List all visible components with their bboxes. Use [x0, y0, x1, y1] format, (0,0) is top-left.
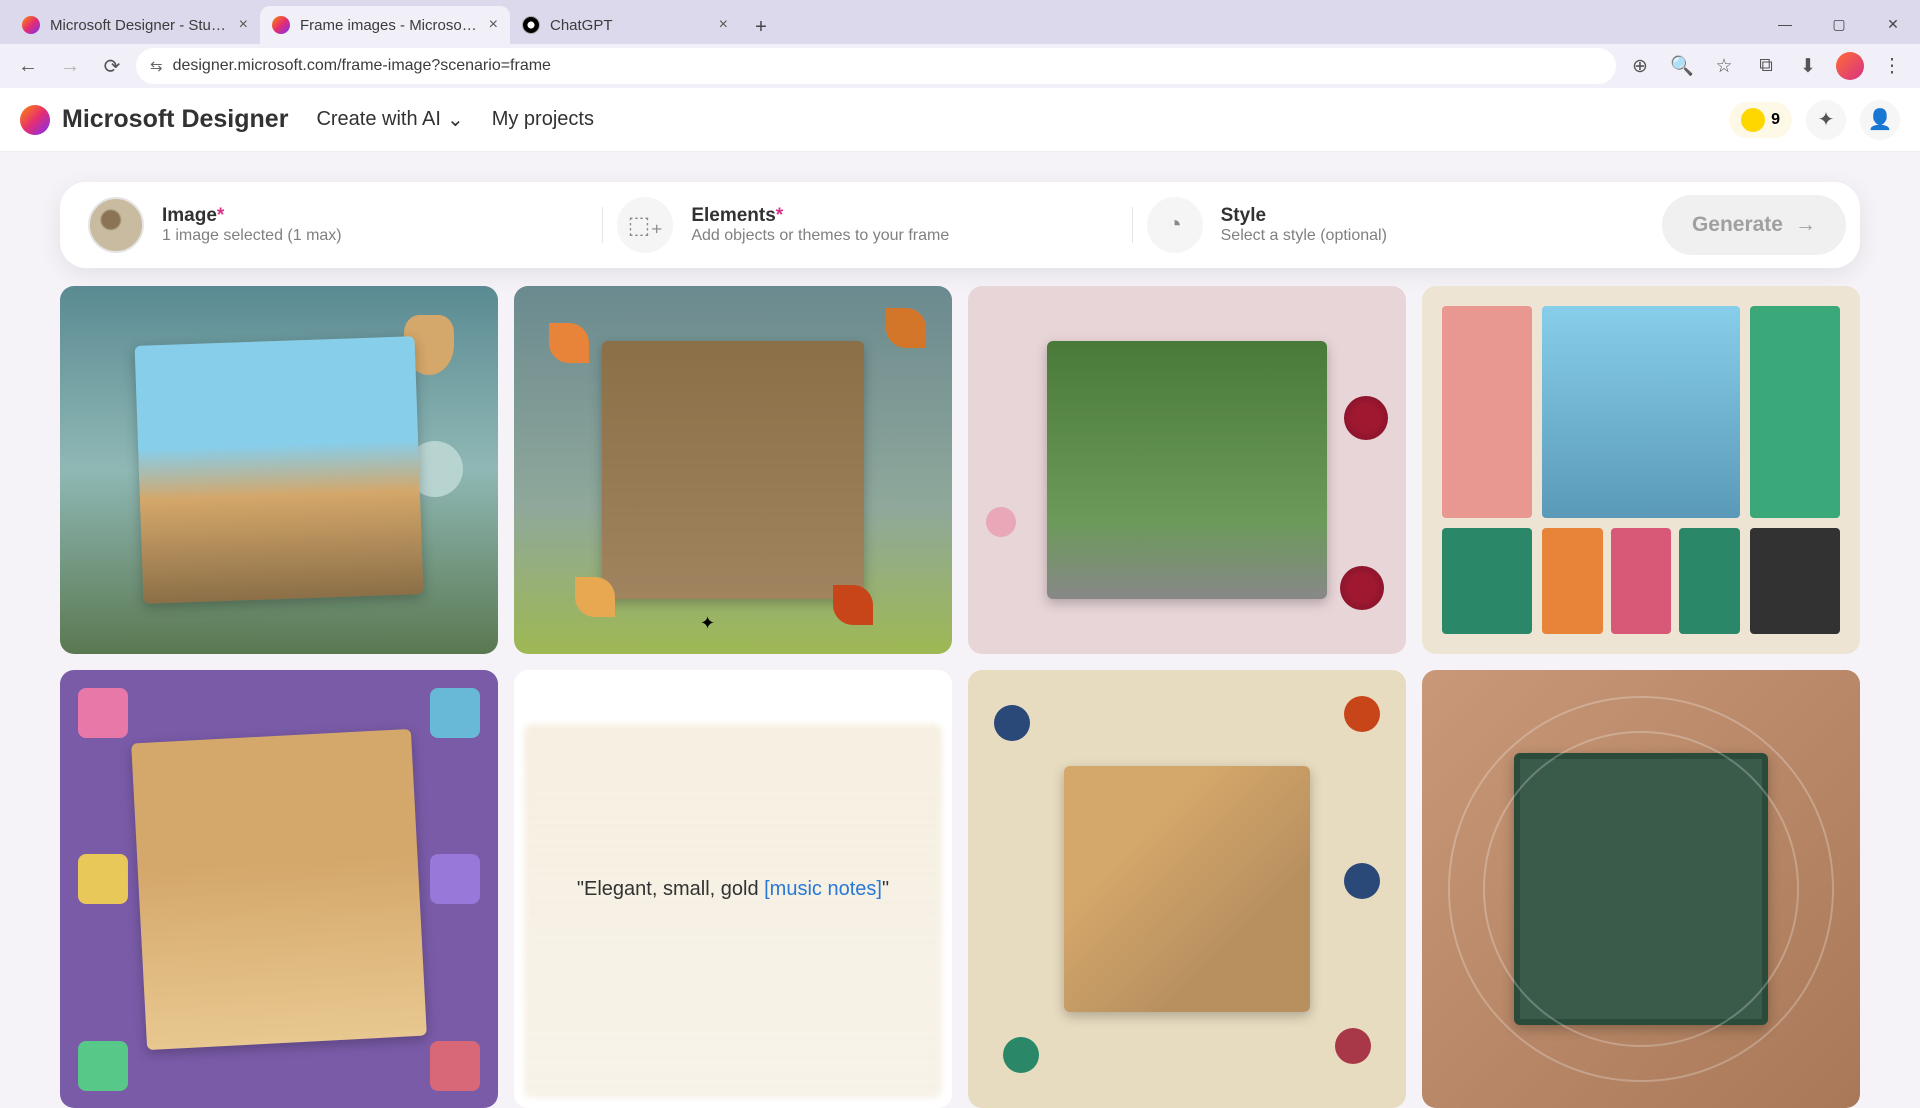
url-text: designer.microsoft.com/frame-image?scena… [173, 57, 551, 75]
favicon-icon [522, 16, 540, 34]
account-icon[interactable]: 👤 [1860, 100, 1900, 140]
close-icon[interactable]: × [489, 16, 498, 34]
downloads-icon[interactable]: ⬇ [1790, 48, 1826, 84]
image-stage-sub: 1 image selected (1 max) [162, 227, 342, 245]
favicon-icon [272, 16, 290, 34]
generate-label: Generate [1692, 213, 1783, 237]
elements-stage[interactable]: ⬚₊ Elements* Add objects or themes to yo… [603, 197, 1132, 253]
elements-stage-sub: Add objects or themes to your frame [691, 227, 949, 245]
style-stage-sub: Select a style (optional) [1221, 227, 1387, 245]
maximize-button[interactable]: ▢ [1812, 4, 1866, 44]
credits-badge[interactable]: 9 [1729, 102, 1792, 138]
create-with-ai-menu[interactable]: Create with AI ⌄ [316, 107, 463, 132]
window-controls: — ▢ ✕ [1758, 4, 1920, 44]
browser-toolbar: ← → ⟳ ⇆ designer.microsoft.com/frame-ima… [0, 44, 1920, 88]
favicon-icon [22, 16, 40, 34]
generate-button[interactable]: Generate → [1662, 195, 1846, 255]
style-stage[interactable]: ◔ Style Select a style (optional) [1133, 197, 1662, 253]
brand-name[interactable]: Microsoft Designer [62, 105, 288, 134]
elements-icon: ⬚₊ [617, 197, 673, 253]
address-bar[interactable]: ⇆ designer.microsoft.com/frame-image?sce… [136, 48, 1616, 84]
zoom-icon[interactable]: 🔍 [1664, 48, 1700, 84]
app-header: Microsoft Designer Create with AI ⌄ My p… [0, 88, 1920, 152]
elements-stage-label: Elements* [691, 205, 949, 227]
minimize-button[interactable]: — [1758, 4, 1812, 44]
image-stage[interactable]: Image* 1 image selected (1 max) [74, 197, 603, 253]
image-stage-label: Image* [162, 205, 342, 227]
close-icon[interactable]: × [719, 16, 728, 34]
browser-tab[interactable]: ChatGPT × [510, 6, 740, 44]
tab-title: Microsoft Designer - Stunning [50, 17, 231, 34]
template-gallery: "Elegant, small, gold [music notes]" [60, 286, 1860, 1108]
my-projects-link[interactable]: My projects [492, 108, 594, 131]
style-icon: ◔ [1147, 197, 1203, 253]
browser-tab[interactable]: Frame images - Microsoft Desi × [260, 6, 510, 44]
forward-button[interactable]: → [52, 48, 88, 84]
bookmark-icon[interactable]: ☆ [1706, 48, 1742, 84]
arrow-right-icon: → [1795, 213, 1816, 237]
template-card[interactable] [968, 286, 1406, 654]
site-info-icon[interactable]: ⇆ [150, 57, 163, 75]
style-stage-label: Style [1221, 205, 1387, 227]
reload-button[interactable]: ⟳ [94, 48, 130, 84]
chevron-down-icon: ⌄ [447, 107, 464, 132]
template-card[interactable] [968, 670, 1406, 1108]
template-card[interactable] [1422, 286, 1860, 654]
extensions-icon[interactable]: ⧉ [1748, 48, 1784, 84]
menu-icon[interactable]: ⋮ [1874, 48, 1910, 84]
template-card[interactable] [514, 286, 952, 654]
create-label: Create with AI [316, 108, 441, 131]
back-button[interactable]: ← [10, 48, 46, 84]
designer-logo-icon[interactable] [20, 105, 50, 135]
frame-config-card: Image* 1 image selected (1 max) ⬚₊ Eleme… [60, 182, 1860, 268]
browser-tab[interactable]: Microsoft Designer - Stunning × [10, 6, 260, 44]
coin-icon [1741, 108, 1765, 132]
browser-titlebar: Microsoft Designer - Stunning × Frame im… [0, 0, 1920, 44]
close-icon[interactable]: × [239, 16, 248, 34]
template-card[interactable] [60, 670, 498, 1108]
new-tab-button[interactable]: + [744, 10, 778, 44]
close-window-button[interactable]: ✕ [1866, 4, 1920, 44]
template-card[interactable] [60, 286, 498, 654]
template-card[interactable] [1422, 670, 1860, 1108]
install-app-icon[interactable]: ⊕ [1622, 48, 1658, 84]
feedback-icon[interactable]: ✦ [1806, 100, 1846, 140]
tab-title: Frame images - Microsoft Desi [300, 17, 481, 34]
profile-avatar[interactable] [1832, 48, 1868, 84]
image-thumbnail [88, 197, 144, 253]
main-content: Image* 1 image selected (1 max) ⬚₊ Eleme… [0, 152, 1920, 1108]
hover-prompt-text: "Elegant, small, gold [music notes]" [577, 878, 889, 901]
tab-title: ChatGPT [550, 17, 711, 34]
credits-count: 9 [1771, 111, 1780, 129]
template-card-hovered[interactable]: "Elegant, small, gold [music notes]" [514, 670, 952, 1108]
